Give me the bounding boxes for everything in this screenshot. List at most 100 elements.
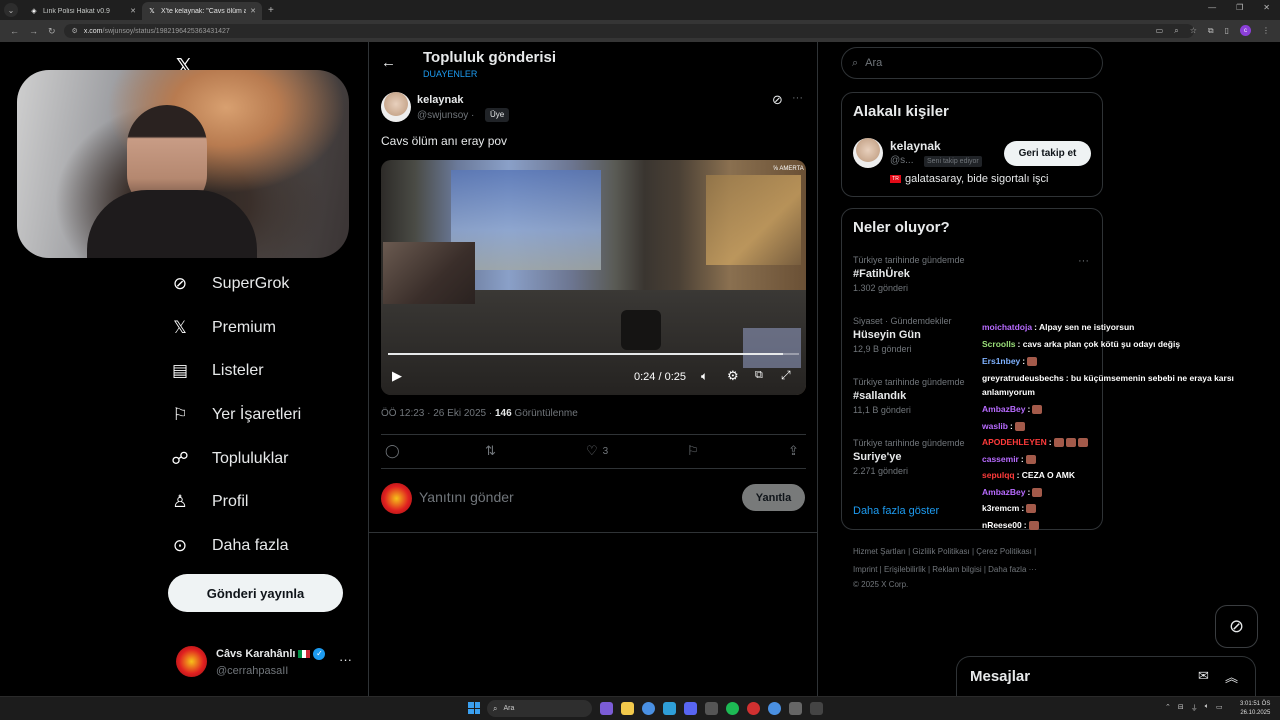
app-icon[interactable] bbox=[705, 702, 718, 715]
sidebar-item-profile[interactable]: ♙ Profil bbox=[170, 487, 248, 517]
bookmark-star-icon[interactable]: ☆ bbox=[1190, 26, 1197, 35]
system-tray: ⌃ ⊟ ⏚ 🔈︎ ▭ bbox=[1165, 703, 1223, 713]
edge-icon[interactable] bbox=[663, 702, 676, 715]
settings-gear-icon[interactable]: ⚙ bbox=[727, 368, 739, 384]
card-title: Alakalı kişiler bbox=[853, 103, 949, 120]
footer-links[interactable]: Hizmet Şartları | Gizlilik Politikası | … bbox=[853, 547, 1036, 556]
sidebar-item-bookmarks[interactable]: ⚐ Yer İşaretleri bbox=[170, 400, 301, 430]
related-user-avatar[interactable] bbox=[853, 138, 883, 168]
chrome-icon[interactable] bbox=[642, 702, 655, 715]
sidebar-item-more[interactable]: ⊙ Daha fazla bbox=[170, 531, 289, 561]
extensions-icon[interactable]: ⧉ bbox=[1208, 26, 1214, 36]
chat-emote-icon bbox=[1027, 357, 1038, 367]
tab-close-icon[interactable]: ✕ bbox=[250, 7, 256, 15]
expand-up-icon[interactable]: ︽ bbox=[1225, 667, 1238, 686]
app-icon[interactable] bbox=[810, 702, 823, 715]
trend-item[interactable]: Türkiye tarihinde gündemde #sallandık 11… bbox=[853, 377, 965, 415]
sidebar-item-premium[interactable]: 𝕏 Premium bbox=[170, 313, 276, 343]
sidebar-item-communities[interactable]: ☍ Topluluklar bbox=[170, 444, 288, 474]
more-dots-icon[interactable]: ··· bbox=[792, 92, 803, 104]
tray-chevron-icon[interactable]: ⌃ bbox=[1165, 703, 1171, 713]
trend-item[interactable]: Siyaset · Gündemdekiler Hüseyin Gün 12,9… bbox=[853, 316, 952, 354]
trend-item[interactable]: Türkiye tarihinde gündemde Suriye'ye 2.2… bbox=[853, 438, 965, 476]
new-tab-icon[interactable]: + bbox=[268, 5, 274, 16]
screen-cast-icon[interactable]: ▭ bbox=[1156, 26, 1164, 35]
browser-tab[interactable]: ◈ Link Polisi Hakat v0.9 ✕ bbox=[24, 2, 142, 20]
sidebar-item-supergrok[interactable]: ⊘ SuperGrok bbox=[170, 269, 290, 299]
tab-search-icon[interactable]: ⌄ bbox=[4, 3, 18, 17]
discord-icon[interactable] bbox=[684, 702, 697, 715]
volume-icon[interactable]: 🔈︎ bbox=[1205, 703, 1209, 713]
post-button[interactable]: Gönderi yayınla bbox=[168, 574, 343, 612]
repost-icon[interactable]: ⇅ bbox=[485, 443, 496, 459]
footer-links[interactable]: Imprint | Erişilebilirlik | Reklam bilgi… bbox=[853, 565, 1037, 574]
search-input[interactable]: ⌕ Ara bbox=[841, 47, 1103, 79]
trend-count: 11,1 B gönderi bbox=[853, 405, 911, 415]
related-user-name[interactable]: kelaynak bbox=[890, 139, 941, 153]
bookmark-icon[interactable]: ⚐ bbox=[687, 443, 699, 459]
page-header: ← Topluluk gönderisi DUAYENLER bbox=[369, 42, 817, 87]
fullscreen-icon[interactable]: ⤢ bbox=[781, 368, 791, 383]
back-arrow-icon[interactable]: ← bbox=[381, 54, 396, 71]
grok-float-button[interactable]: ⊘ bbox=[1215, 605, 1258, 648]
video-progress-bar[interactable] bbox=[388, 353, 799, 355]
messages-drawer[interactable]: Mesajlar ✉ ︽ bbox=[956, 656, 1256, 696]
post-timestamp[interactable]: ÖÖ 12:23 · 26 Eki 2025 · bbox=[381, 408, 492, 419]
app-icon[interactable] bbox=[789, 702, 802, 715]
volume-icon[interactable]: 🔈︎ bbox=[701, 369, 708, 384]
play-icon[interactable]: ▶ bbox=[392, 368, 402, 384]
post-author-avatar[interactable] bbox=[381, 92, 411, 122]
restore-icon[interactable]: ❐ bbox=[1236, 3, 1243, 12]
tab-close-icon[interactable]: ✕ bbox=[130, 7, 136, 15]
show-more-link[interactable]: Daha fazla göster bbox=[853, 505, 939, 517]
file-explorer-icon[interactable] bbox=[621, 702, 634, 715]
chrome-icon[interactable] bbox=[768, 702, 781, 715]
microphone-icon[interactable]: ⏚ bbox=[1191, 703, 1198, 713]
minimize-icon[interactable]: — bbox=[1208, 3, 1216, 12]
sidebar-item-label: Profil bbox=[212, 493, 249, 510]
follow-back-button[interactable]: Geri takip et bbox=[1004, 141, 1091, 166]
windows-start-icon[interactable] bbox=[468, 702, 480, 714]
video-progress-fill bbox=[388, 353, 783, 355]
sidebar-icon[interactable]: ▯ bbox=[1225, 26, 1229, 35]
post-author-name[interactable]: kelaynak bbox=[417, 94, 463, 106]
menu-dots-icon[interactable]: ⋮ bbox=[1262, 26, 1270, 35]
related-user-handle[interactable]: @s... bbox=[890, 155, 914, 166]
reply-button[interactable]: Yanıtla bbox=[742, 484, 805, 511]
back-arrow-icon[interactable]: ← bbox=[10, 26, 19, 36]
profile-avatar-icon[interactable]: c bbox=[1240, 25, 1251, 36]
new-message-icon[interactable]: ✉ bbox=[1198, 668, 1209, 684]
network-icon[interactable]: ⊟ bbox=[1178, 703, 1184, 713]
taskbar-search-input[interactable]: ⌕ Ara bbox=[487, 700, 592, 717]
more-dots-icon[interactable]: ··· bbox=[1078, 255, 1089, 267]
battery-icon[interactable]: ▭ bbox=[1216, 703, 1223, 713]
chat-username: moichatdoja bbox=[982, 322, 1033, 332]
reload-icon[interactable]: ↻ bbox=[48, 26, 56, 37]
reply-icon[interactable]: ◯ bbox=[385, 443, 400, 459]
reply-input[interactable]: Yanıtını gönder bbox=[419, 489, 514, 505]
copilot-app-icon[interactable] bbox=[600, 702, 613, 715]
video-player[interactable]: ⅝ AMERTA ▶ 0:24 / 0:25 🔈︎ ⚙ ⧉ ⤢ bbox=[381, 160, 806, 395]
taskbar-clock[interactable]: 3:01:51 ÖS 26.10.2025 bbox=[1240, 700, 1270, 718]
more-dots-icon: ··· bbox=[339, 652, 352, 667]
community-name-link[interactable]: DUAYENLER bbox=[423, 69, 477, 79]
list-icon: ▤ bbox=[171, 361, 189, 380]
grok-icon[interactable]: ⊘ bbox=[772, 92, 783, 108]
close-window-icon[interactable]: ✕ bbox=[1263, 3, 1270, 12]
forward-arrow-icon[interactable]: → bbox=[29, 26, 38, 36]
browser-tab-active[interactable]: 𝕏 X'te kelaynak: "Cavs ölüm anı e ✕ bbox=[142, 2, 262, 20]
sidebar-item-lists[interactable]: ▤ Listeler bbox=[170, 356, 264, 386]
zoom-icon[interactable]: ⌕ bbox=[1174, 26, 1178, 36]
share-icon[interactable]: ⇪ bbox=[788, 443, 799, 459]
site-info-icon[interactable]: ⚙ bbox=[72, 27, 78, 35]
like-button[interactable]: ♡ 3 bbox=[586, 443, 608, 459]
grok-icon: ⊘ bbox=[1228, 616, 1245, 636]
account-switcher[interactable]: Câvs Karahânlı ✓ @cerrahpasaII ··· bbox=[176, 646, 356, 680]
post-author-handle[interactable]: @swjunsoy · bbox=[417, 110, 474, 121]
picture-in-picture-icon[interactable]: ⧉ bbox=[755, 369, 763, 382]
app-icon[interactable] bbox=[747, 702, 760, 715]
trend-item[interactable]: Türkiye tarihinde gündemde #FatihÜrek 1.… bbox=[853, 255, 965, 293]
chat-username: k3remcm bbox=[982, 503, 1020, 513]
url-input[interactable]: ⚙ x.com/swjunsoy/status/1982196425363431… bbox=[63, 24, 1194, 38]
spotify-icon[interactable] bbox=[726, 702, 739, 715]
